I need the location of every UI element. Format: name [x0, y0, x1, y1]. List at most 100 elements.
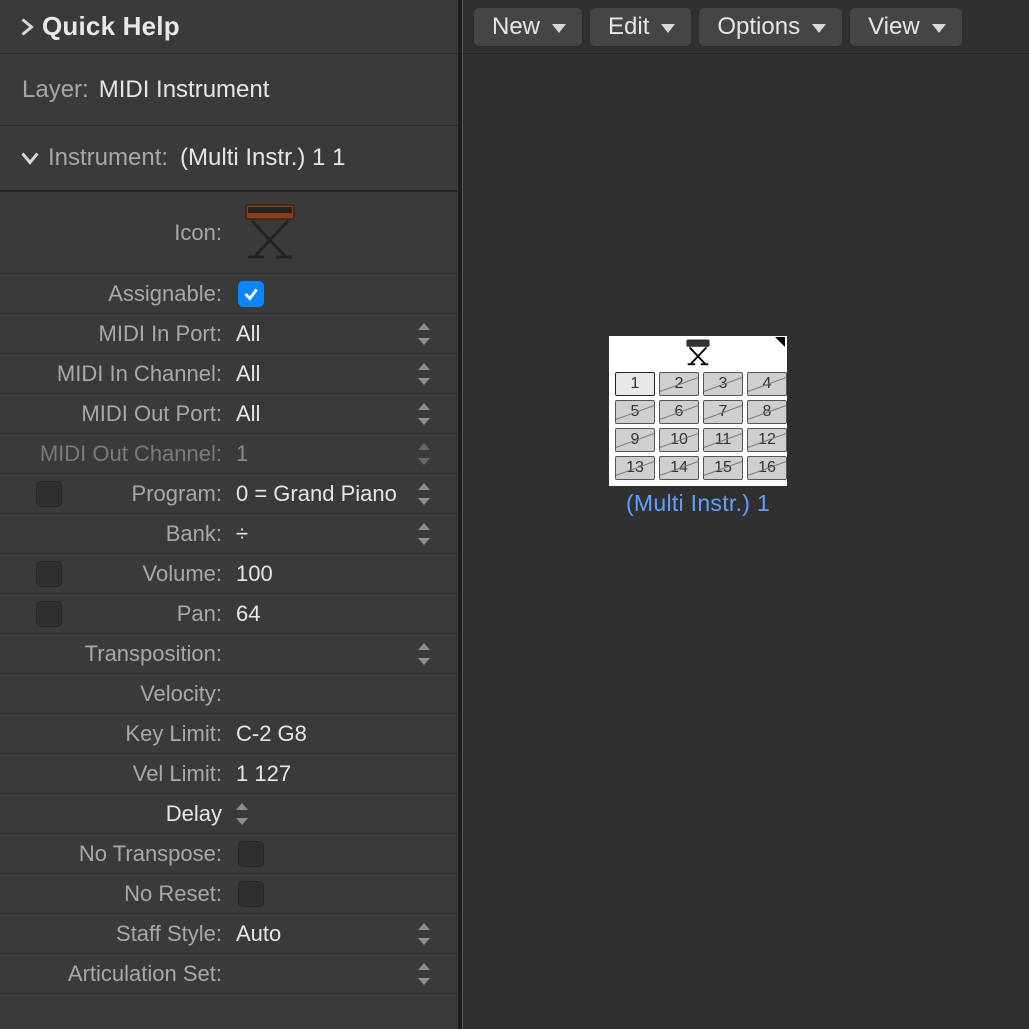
channel-button-16[interactable]: 16 [747, 456, 787, 480]
chevron-down-icon [12, 149, 48, 167]
param-vel-limit[interactable]: Vel Limit: 1 127 [0, 754, 458, 794]
midi-in-channel-value: All [228, 361, 260, 387]
midi-out-port-label: MIDI Out Port: [0, 401, 228, 427]
multi-instrument-object[interactable]: 12345678910111213141516 (Multi Instr.) 1 [609, 336, 787, 517]
channel-button-14[interactable]: 14 [659, 456, 699, 480]
instrument-label: Instrument: [48, 144, 168, 172]
stepper-icon[interactable] [418, 963, 432, 985]
environment-canvas[interactable]: New Edit Options View [462, 0, 1029, 1029]
param-no-transpose[interactable]: No Transpose: [0, 834, 458, 874]
chevron-down-icon [932, 24, 946, 33]
param-volume[interactable]: Volume: 100 [0, 554, 458, 594]
assignable-checkbox[interactable] [238, 281, 264, 307]
channel-button-4[interactable]: 4 [747, 372, 787, 396]
instrument-header[interactable]: Instrument: (Multi Instr.) 1 1 [0, 126, 458, 192]
chevron-right-icon [12, 18, 42, 36]
stepper-icon[interactable] [418, 523, 432, 545]
edit-menu[interactable]: Edit [589, 7, 692, 47]
program-enable-checkbox[interactable] [36, 481, 62, 507]
param-pan[interactable]: Pan: 64 [0, 594, 458, 634]
param-program[interactable]: Program: 0 = Grand Piano [0, 474, 458, 514]
stepper-icon[interactable] [418, 363, 432, 385]
channel-button-10[interactable]: 10 [659, 428, 699, 452]
bank-value: ÷ [228, 521, 248, 547]
param-assignable[interactable]: Assignable: [0, 274, 458, 314]
channel-button-8[interactable]: 8 [747, 400, 787, 424]
output-triangle-icon[interactable] [775, 337, 785, 347]
volume-label: Volume: [0, 561, 228, 587]
chevron-down-icon [812, 24, 826, 33]
channel-button-3[interactable]: 3 [703, 372, 743, 396]
stepper-icon[interactable] [418, 923, 432, 945]
stepper-icon[interactable] [418, 323, 432, 345]
midi-in-channel-label: MIDI In Channel: [0, 361, 228, 387]
options-menu[interactable]: Options [698, 7, 843, 47]
vel-limit-label: Vel Limit: [0, 761, 228, 787]
quick-help-title: Quick Help [42, 11, 180, 42]
staff-style-value: Auto [228, 921, 281, 947]
param-delay[interactable]: Delay [0, 794, 458, 834]
param-bank[interactable]: Bank: ÷ [0, 514, 458, 554]
volume-enable-checkbox[interactable] [36, 561, 62, 587]
param-staff-style[interactable]: Staff Style: Auto [0, 914, 458, 954]
program-label: Program: [0, 481, 228, 507]
channel-button-12[interactable]: 12 [747, 428, 787, 452]
param-midi-in-port[interactable]: MIDI In Port: All [0, 314, 458, 354]
param-articulation-set[interactable]: Articulation Set: [0, 954, 458, 994]
channel-button-15[interactable]: 15 [703, 456, 743, 480]
channel-button-7[interactable]: 7 [703, 400, 743, 424]
multi-instrument-body[interactable]: 12345678910111213141516 [609, 336, 787, 486]
stepper-icon[interactable] [236, 803, 250, 825]
stepper-icon[interactable] [418, 403, 432, 425]
multi-instrument-caption[interactable]: (Multi Instr.) 1 [609, 490, 787, 517]
key-limit-label: Key Limit: [0, 721, 228, 747]
param-icon[interactable]: Icon: [0, 192, 458, 274]
canvas-toolbar: New Edit Options View [463, 0, 1029, 54]
vel-limit-value: 1 127 [228, 761, 291, 787]
param-midi-out-channel[interactable]: MIDI Out Channel: 1 [0, 434, 458, 474]
stepper-icon[interactable] [418, 483, 432, 505]
layer-row[interactable]: Layer: MIDI Instrument [0, 54, 458, 126]
view-menu[interactable]: View [849, 7, 963, 47]
velocity-label: Velocity: [0, 681, 228, 707]
pan-enable-checkbox[interactable] [36, 601, 62, 627]
no-transpose-label: No Transpose: [0, 841, 228, 867]
layer-value: MIDI Instrument [99, 76, 270, 104]
articulation-set-label: Articulation Set: [0, 961, 228, 987]
param-key-limit[interactable]: Key Limit: C-2 G8 [0, 714, 458, 754]
no-transpose-checkbox[interactable] [238, 841, 264, 867]
channel-button-5[interactable]: 5 [615, 400, 655, 424]
channel-button-2[interactable]: 2 [659, 372, 699, 396]
channel-button-6[interactable]: 6 [659, 400, 699, 424]
channel-button-13[interactable]: 13 [615, 456, 655, 480]
no-reset-checkbox[interactable] [238, 881, 264, 907]
program-value: 0 = Grand Piano [228, 481, 397, 507]
param-icon-label: Icon: [0, 220, 228, 246]
keyboard-stand-icon [681, 338, 715, 374]
new-menu[interactable]: New [473, 7, 583, 47]
param-midi-in-channel[interactable]: MIDI In Channel: All [0, 354, 458, 394]
midi-in-port-value: All [228, 321, 260, 347]
pan-value: 64 [228, 601, 260, 627]
param-transposition[interactable]: Transposition: [0, 634, 458, 674]
key-limit-value: C-2 G8 [228, 721, 307, 747]
param-velocity[interactable]: Velocity: [0, 674, 458, 714]
param-no-reset[interactable]: No Reset: [0, 874, 458, 914]
quick-help-header[interactable]: Quick Help [0, 0, 458, 54]
instrument-value: (Multi Instr.) 1 1 [180, 144, 345, 172]
chevron-down-icon [661, 24, 675, 33]
midi-out-port-value: All [228, 401, 260, 427]
chevron-down-icon [552, 24, 566, 33]
stepper-icon[interactable] [418, 643, 432, 665]
edit-menu-label: Edit [608, 13, 649, 41]
staff-style-label: Staff Style: [0, 921, 228, 947]
channel-button-9[interactable]: 9 [615, 428, 655, 452]
volume-value: 100 [228, 561, 273, 587]
param-midi-out-port[interactable]: MIDI Out Port: All [0, 394, 458, 434]
params-list: Icon: Assignable: [0, 192, 458, 994]
channel-button-1[interactable]: 1 [615, 372, 655, 396]
options-menu-label: Options [717, 13, 800, 41]
channel-button-11[interactable]: 11 [703, 428, 743, 452]
stepper-icon[interactable] [418, 443, 432, 465]
param-assignable-label: Assignable: [0, 281, 228, 307]
